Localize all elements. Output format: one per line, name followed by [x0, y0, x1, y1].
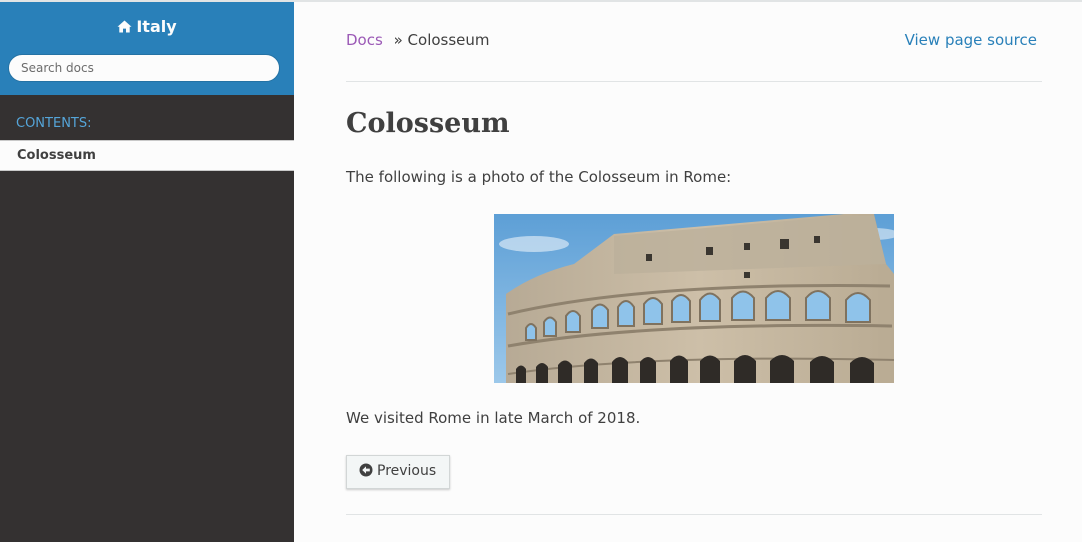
home-icon	[117, 18, 132, 37]
visit-paragraph: We visited Rome in late March of 2018.	[346, 409, 641, 427]
project-home-link[interactable]: Italy	[0, 17, 294, 37]
project-title: Italy	[136, 17, 177, 36]
previous-button[interactable]: Previous	[346, 455, 450, 489]
sidebar-item-colosseum[interactable]: Colosseum	[0, 140, 294, 171]
circle-arrow-left-icon	[359, 458, 373, 488]
breadcrumb-docs-link[interactable]: Docs	[346, 31, 383, 49]
page-title: Colosseum	[346, 108, 510, 139]
breadcrumb-separator: »	[393, 31, 403, 49]
search-input[interactable]	[8, 54, 280, 82]
sidebar: Italy CONTENTS: Colosseum	[0, 2, 294, 542]
colosseum-photo	[494, 214, 894, 383]
view-page-source-link[interactable]: View page source	[905, 31, 1037, 49]
contents-caption: CONTENTS:	[16, 116, 92, 131]
breadcrumb: Docs » Colosseum View page source	[346, 31, 1042, 53]
previous-label: Previous	[377, 463, 437, 479]
main-content: Docs » Colosseum View page source Coloss…	[294, 2, 1082, 542]
sidebar-header: Italy	[0, 2, 294, 95]
divider-top	[346, 81, 1042, 82]
divider-bottom	[346, 514, 1042, 515]
intro-paragraph: The following is a photo of the Colosseu…	[346, 168, 732, 186]
breadcrumb-current: Colosseum	[407, 31, 490, 49]
